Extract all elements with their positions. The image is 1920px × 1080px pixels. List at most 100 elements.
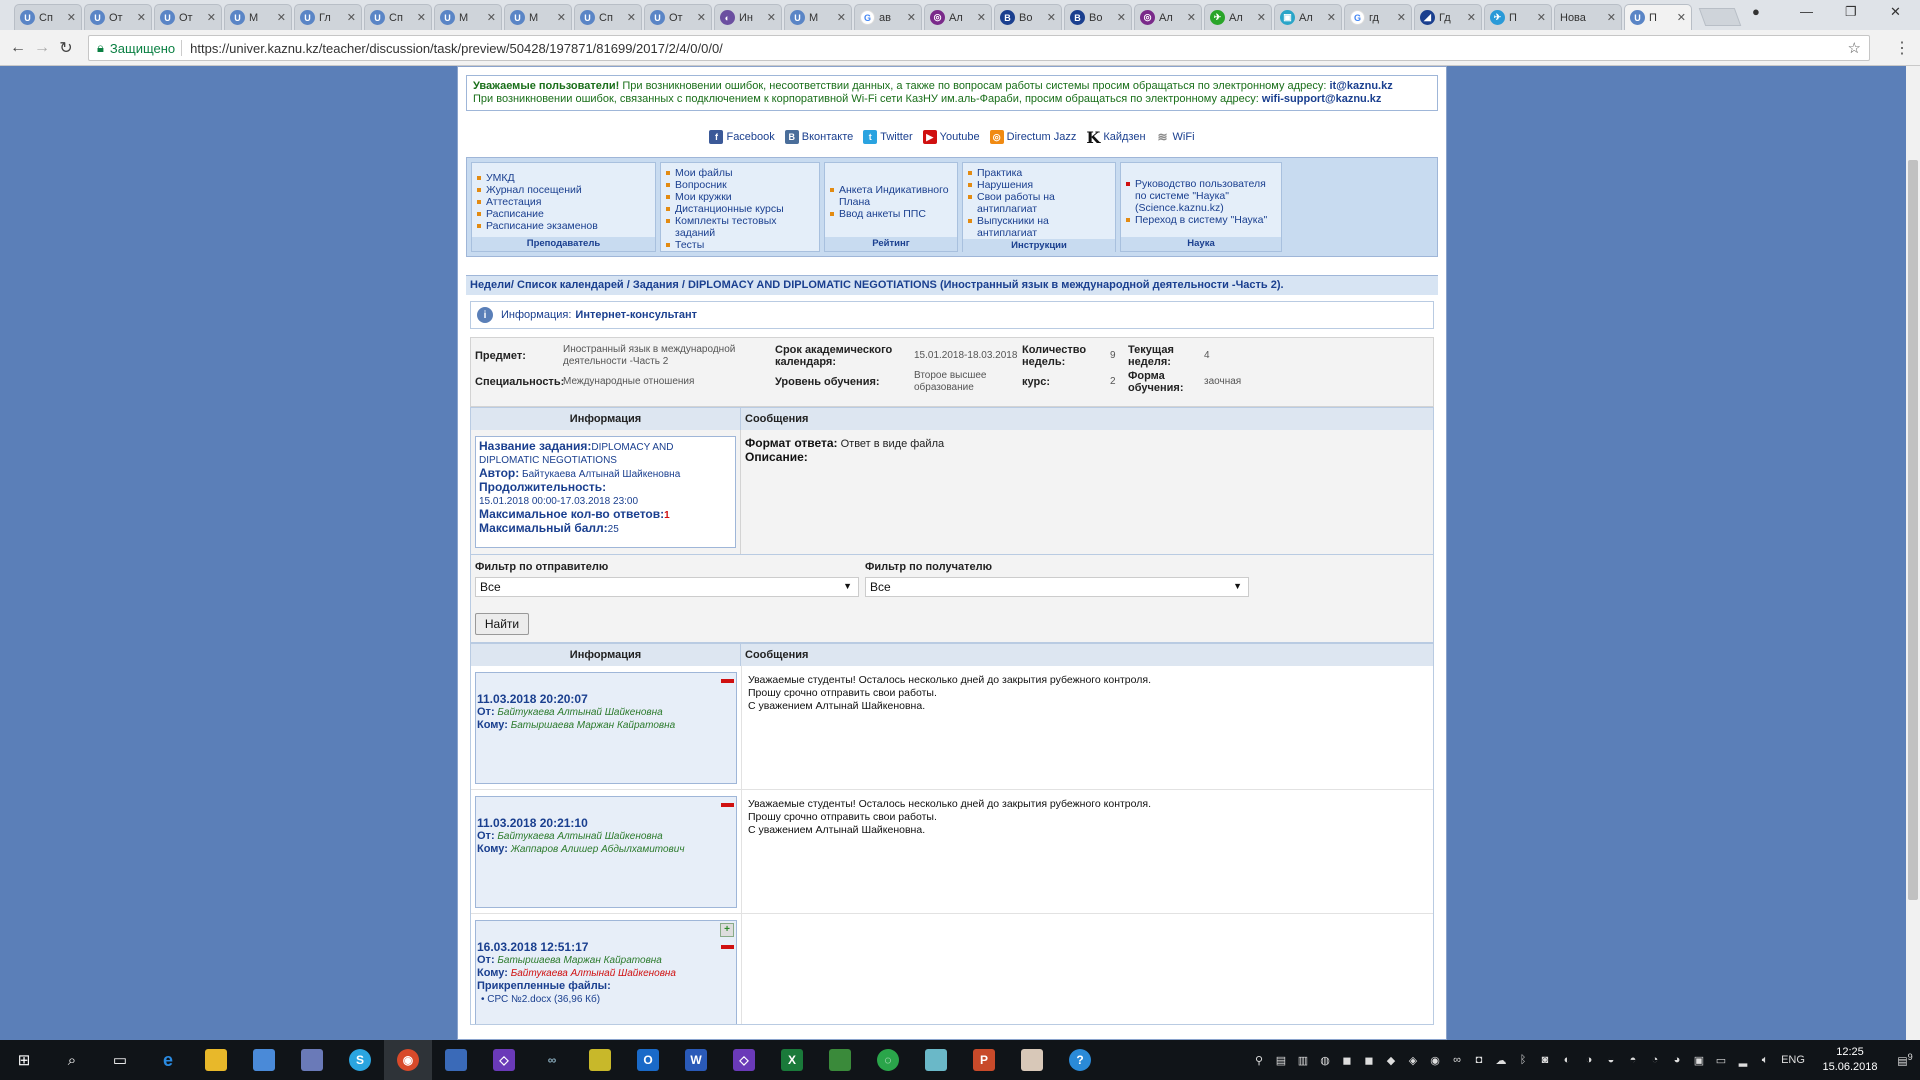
tab-close-icon[interactable]: ✕	[1117, 11, 1126, 24]
tray-app-icon[interactable]: ◕	[1666, 1054, 1688, 1066]
whatsapp-icon[interactable]: ◌	[864, 1040, 912, 1080]
browser-tab[interactable]: U Сп ✕	[364, 4, 432, 30]
menu-item[interactable]: Анкета Индикативного Плана	[830, 184, 953, 208]
volume-icon[interactable]: 🔈︎	[1754, 1054, 1776, 1067]
tray-app-icon[interactable]: ◐	[1556, 1054, 1578, 1066]
chrome-icon[interactable]: ◉	[384, 1040, 432, 1080]
new-tab-button[interactable]	[1698, 8, 1742, 26]
app-icon[interactable]	[912, 1040, 960, 1080]
menu-item[interactable]: Свои работы на антиплагиат	[968, 191, 1111, 215]
shield-icon[interactable]: ◘	[1468, 1054, 1490, 1066]
word-icon[interactable]: W	[672, 1040, 720, 1080]
browser-tab[interactable]: ◢ Гд ✕	[1414, 4, 1482, 30]
browser-tab[interactable]: ◎ Ал ✕	[924, 4, 992, 30]
tab-close-icon[interactable]: ✕	[1187, 11, 1196, 24]
menu-item[interactable]: Расписание	[477, 208, 651, 220]
browser-tab[interactable]: ✈ П ✕	[1484, 4, 1552, 30]
it-email-link[interactable]: it@kaznu.kz	[1329, 80, 1392, 92]
edge-icon[interactable]: e	[144, 1040, 192, 1080]
tab-close-icon[interactable]: ✕	[557, 11, 566, 24]
browser-tab[interactable]: U П ✕	[1624, 4, 1692, 30]
dropbox-icon[interactable]: ◈	[1402, 1054, 1424, 1067]
breadcrumb[interactable]: Недели/ Список календарей / Задания / DI…	[466, 275, 1438, 295]
browser-tab[interactable]: ▣ Ал ✕	[1274, 4, 1342, 30]
menu-item[interactable]: Аттестация	[477, 196, 651, 208]
vs-icon[interactable]: ◇	[720, 1040, 768, 1080]
tray-app-icon[interactable]: ◔	[1644, 1054, 1666, 1066]
tray-app-icon[interactable]: ◼	[1358, 1054, 1380, 1067]
menu-item[interactable]: Переход в систему "Наука"	[1126, 214, 1277, 226]
reload-icon[interactable]: ↻	[54, 38, 78, 58]
tab-close-icon[interactable]: ✕	[1677, 11, 1686, 24]
battery-icon[interactable]: ▭	[1710, 1054, 1732, 1067]
menu-item[interactable]: Руководство пользователя по системе "Нау…	[1126, 178, 1277, 214]
menu-item[interactable]: Расписание экзаменов	[477, 220, 651, 232]
browser-tab[interactable]: B Во ✕	[994, 4, 1062, 30]
tab-close-icon[interactable]: ✕	[417, 11, 426, 24]
browser-tab[interactable]: U От ✕	[84, 4, 152, 30]
explorer-icon[interactable]	[192, 1040, 240, 1080]
printer-icon[interactable]: ▤	[1270, 1054, 1292, 1067]
tab-close-icon[interactable]: ✕	[697, 11, 706, 24]
clock[interactable]: 12:25 15.06.2018	[1810, 1045, 1890, 1075]
social-link[interactable]: f Facebook	[709, 130, 775, 144]
tray-app-icon[interactable]: ◙	[1534, 1054, 1556, 1066]
help-icon[interactable]: ?	[1056, 1040, 1104, 1080]
maximize-button[interactable]: ❐	[1845, 4, 1857, 20]
url-field[interactable]: 🔒︎ Защищено https://univer.kaznu.kz/teac…	[88, 35, 1870, 61]
tab-close-icon[interactable]: ✕	[1537, 11, 1546, 24]
social-link[interactable]: ≋ WiFi	[1156, 130, 1195, 144]
cloud-icon[interactable]: ☁	[1490, 1054, 1512, 1067]
tab-close-icon[interactable]: ✕	[837, 11, 846, 24]
browser-tab[interactable]: U Гл ✕	[294, 4, 362, 30]
app-icon[interactable]	[432, 1040, 480, 1080]
social-link[interactable]: t Twitter	[863, 130, 913, 144]
forward-icon[interactable]: →	[30, 39, 54, 57]
scrollbar-thumb[interactable]	[1908, 160, 1918, 900]
app-icon[interactable]	[1008, 1040, 1056, 1080]
menu-item[interactable]: Ввод анкеты ППС	[830, 208, 953, 220]
tab-close-icon[interactable]: ✕	[627, 11, 636, 24]
search-icon[interactable]: ⌕	[48, 1040, 96, 1080]
download-attachment-icon[interactable]: +	[720, 923, 734, 937]
browser-tab[interactable]: U М ✕	[434, 4, 502, 30]
network-icon[interactable]: ▂	[1732, 1054, 1754, 1067]
menu-item[interactable]: УМКД	[477, 172, 651, 184]
tab-close-icon[interactable]: ✕	[1607, 11, 1616, 24]
people-icon[interactable]: ⚲	[1248, 1054, 1270, 1067]
browser-tab[interactable]: U М ✕	[784, 4, 852, 30]
tab-close-icon[interactable]: ✕	[907, 11, 916, 24]
tray-app-icon[interactable]: ∞	[1446, 1054, 1468, 1066]
consultant-link[interactable]: Интернет-консультант	[575, 309, 697, 321]
browser-tab[interactable]: Gгд ✕	[1344, 4, 1412, 30]
browser-tab[interactable]: U Сп ✕	[14, 4, 82, 30]
menu-item[interactable]: Выпускники на антиплагиат	[968, 215, 1111, 239]
chat-icon[interactable]: ◍	[1314, 1054, 1336, 1067]
social-link[interactable]: ◎ Directum Jazz	[989, 130, 1076, 144]
browser-menu-icon[interactable]: ⋮	[1894, 38, 1910, 58]
app-icon[interactable]	[240, 1040, 288, 1080]
menu-item[interactable]: Тесты	[666, 239, 815, 251]
language-indicator[interactable]: ENG	[1776, 1054, 1810, 1066]
visual-studio-icon[interactable]: ◇	[480, 1040, 528, 1080]
menu-item[interactable]: Журнал посещений	[477, 184, 651, 196]
tab-close-icon[interactable]: ✕	[1467, 11, 1476, 24]
browser-tab[interactable]: U М ✕	[504, 4, 572, 30]
social-link[interactable]: K Кайдзен	[1086, 128, 1145, 147]
browser-tab[interactable]: Gав ✕	[854, 4, 922, 30]
outlook-tray-icon[interactable]: ▣	[1688, 1054, 1710, 1067]
tab-close-icon[interactable]: ✕	[1397, 11, 1406, 24]
delete-icon[interactable]	[721, 803, 734, 807]
menu-item[interactable]: Мои кружки	[666, 191, 815, 203]
tab-close-icon[interactable]: ✕	[137, 11, 146, 24]
app-icon[interactable]	[816, 1040, 864, 1080]
browser-tab[interactable]: ◎ Ал ✕	[1134, 4, 1202, 30]
find-button[interactable]: Найти	[475, 613, 529, 635]
menu-item[interactable]: Мои файлы	[666, 167, 815, 179]
start-icon[interactable]: ⊞	[0, 1040, 48, 1080]
tab-close-icon[interactable]: ✕	[1327, 11, 1336, 24]
bookmark-star-icon[interactable]: ☆	[1848, 39, 1861, 57]
menu-item[interactable]: Нарушения	[968, 179, 1111, 191]
notification-center-icon[interactable]: ▤9	[1890, 1052, 1920, 1068]
menu-item[interactable]: Вопросник	[666, 179, 815, 191]
